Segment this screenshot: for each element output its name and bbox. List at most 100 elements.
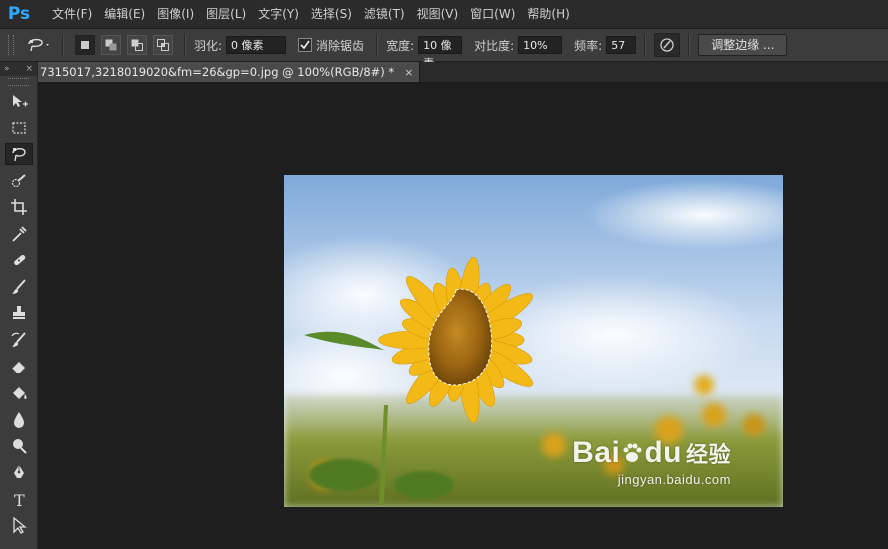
type-tool-button[interactable]: T bbox=[0, 486, 37, 513]
feather-input[interactable]: 0 像素 bbox=[226, 36, 287, 54]
paint-bucket-tool-icon bbox=[12, 386, 27, 399]
watermark-url: jingyan.baidu.com bbox=[617, 472, 731, 487]
options-grip[interactable] bbox=[8, 35, 14, 55]
separator bbox=[688, 34, 691, 56]
contrast-input[interactable]: 10% bbox=[518, 36, 563, 54]
quick-selection-tool-icon bbox=[11, 173, 26, 187]
tool-button-frame bbox=[5, 276, 33, 298]
tool-button-frame bbox=[5, 223, 33, 245]
canvas-area[interactable]: Bai du 经验 jingyan.baidu.com bbox=[38, 83, 888, 549]
menu-bar: Ps 文件(F) 编辑(E) 图像(I) 图层(L) 文字(Y) 选择(S) 滤… bbox=[0, 0, 888, 29]
menu-view[interactable]: 视图(V) bbox=[411, 0, 465, 28]
tool-button-frame bbox=[5, 461, 33, 483]
checkmark-icon bbox=[300, 40, 310, 50]
frequency-input[interactable]: 57 bbox=[606, 36, 637, 54]
menu-file[interactable]: 文件(F) bbox=[46, 0, 98, 28]
eyedropper-tool-icon bbox=[11, 226, 27, 242]
tool-button-frame bbox=[5, 329, 33, 351]
type-tool-icon: T bbox=[14, 491, 25, 508]
clone-stamp-tool-icon bbox=[12, 306, 25, 320]
pen-tool-icon bbox=[13, 465, 24, 479]
move-tool-button[interactable] bbox=[0, 88, 37, 115]
baidu-jingyan-watermark: Bai du 经验 jingyan.baidu.com bbox=[572, 436, 731, 487]
document-tab-title: 7315017,3218019020&fm=26&gp=0.jpg @ 100%… bbox=[40, 65, 395, 79]
new-selection-icon bbox=[81, 41, 89, 49]
crop-tool-button[interactable] bbox=[0, 194, 37, 221]
antialias-checkbox[interactable] bbox=[298, 38, 313, 52]
dodge-tool-button[interactable] bbox=[0, 433, 37, 460]
separator bbox=[644, 34, 647, 56]
frequency-label: 频率: bbox=[574, 38, 603, 53]
brush-tool-button[interactable] bbox=[0, 274, 37, 301]
pen-tool-button[interactable] bbox=[0, 459, 37, 486]
tool-button-frame bbox=[4, 143, 33, 166]
magnetic-lasso-icon bbox=[28, 38, 49, 52]
menu-layer[interactable]: 图层(L) bbox=[200, 0, 252, 28]
new-selection-button[interactable] bbox=[75, 35, 95, 55]
collapse-panel-icon[interactable]: » bbox=[4, 64, 10, 74]
close-document-icon[interactable]: × bbox=[404, 66, 413, 79]
path-selection-tool-button[interactable] bbox=[0, 512, 37, 539]
brush-tool-icon bbox=[11, 279, 26, 294]
photoshop-logo: Ps bbox=[7, 4, 31, 24]
document-tab-bar: 7315017,3218019020&fm=26&gp=0.jpg @ 100%… bbox=[38, 62, 888, 83]
width-label: 宽度: bbox=[386, 38, 415, 53]
sunflower-image[interactable]: Bai du 经验 jingyan.baidu.com bbox=[284, 175, 783, 507]
magnetic-lasso-tool-icon bbox=[11, 148, 26, 162]
magnetic-lasso-tool-button[interactable] bbox=[0, 141, 37, 168]
menu-filter[interactable]: 滤镜(T) bbox=[358, 0, 411, 28]
tool-button-frame bbox=[5, 435, 33, 457]
clone-stamp-tool-button[interactable] bbox=[0, 300, 37, 327]
history-brush-tool-icon bbox=[10, 332, 26, 347]
paint-bucket-tool-button[interactable] bbox=[0, 380, 37, 407]
menu-select[interactable]: 选择(S) bbox=[305, 0, 358, 28]
tool-button-frame bbox=[5, 302, 33, 324]
healing-brush-tool-button[interactable] bbox=[0, 247, 37, 274]
quick-selection-tool-button[interactable] bbox=[0, 168, 37, 195]
refine-edge-button[interactable]: 调整边缘 ... bbox=[698, 34, 788, 56]
contrast-label: 对比度: bbox=[474, 38, 515, 53]
healing-brush-tool-icon bbox=[13, 255, 25, 266]
blur-tool-icon bbox=[13, 412, 24, 429]
path-selection-tool-icon bbox=[12, 516, 27, 535]
menu-image[interactable]: 图像(I) bbox=[151, 0, 200, 28]
options-bar: 羽化: 0 像素 消除锯齿 宽度: 10 像素 对比度: 10% 频率: 57 … bbox=[0, 29, 888, 70]
move-tool-icon bbox=[12, 95, 28, 108]
antialias-label: 消除锯齿 bbox=[316, 38, 365, 53]
menu-help[interactable]: 帮助(H) bbox=[521, 0, 575, 28]
crop-tool-icon bbox=[10, 199, 27, 216]
pen-pressure-icon bbox=[660, 38, 674, 52]
intersect-selection-button[interactable] bbox=[153, 35, 173, 55]
subtract-from-selection-button[interactable] bbox=[127, 35, 147, 55]
separator bbox=[376, 34, 379, 56]
pen-pressure-button[interactable] bbox=[654, 33, 681, 57]
tool-button-frame: T bbox=[5, 488, 33, 510]
separator bbox=[62, 34, 64, 56]
subtract-selection-icon bbox=[131, 39, 143, 51]
tool-button-frame bbox=[5, 408, 33, 430]
menu-window[interactable]: 窗口(W) bbox=[464, 0, 521, 28]
tool-button-frame bbox=[5, 382, 33, 404]
add-to-selection-button[interactable] bbox=[101, 35, 121, 55]
eraser-tool-button[interactable] bbox=[0, 353, 37, 380]
close-panel-icon[interactable]: × bbox=[25, 64, 33, 74]
separator bbox=[184, 34, 186, 56]
eyedropper-tool-button[interactable] bbox=[0, 221, 37, 248]
history-brush-tool-button[interactable] bbox=[0, 327, 37, 354]
eraser-tool-icon bbox=[11, 362, 25, 374]
menu-type[interactable]: 文字(Y) bbox=[252, 0, 305, 28]
tool-button-frame bbox=[5, 514, 33, 536]
marquee-tool-button[interactable] bbox=[0, 115, 37, 142]
dodge-tool-icon bbox=[12, 438, 27, 454]
tools-grip[interactable] bbox=[8, 78, 29, 86]
width-input[interactable]: 10 像素 bbox=[418, 36, 463, 70]
tool-preset-picker[interactable] bbox=[24, 33, 54, 57]
document-tab[interactable]: 7315017,3218019020&fm=26&gp=0.jpg @ 100%… bbox=[38, 62, 421, 82]
menu-edit[interactable]: 编辑(E) bbox=[98, 0, 151, 28]
intersect-selection-icon bbox=[157, 39, 169, 51]
tool-button-frame bbox=[5, 249, 33, 271]
blur-tool-button[interactable] bbox=[0, 406, 37, 433]
tools-panel-header: » × bbox=[0, 62, 37, 76]
tool-button-frame bbox=[5, 90, 33, 112]
watermark-brand-2: du bbox=[644, 436, 682, 469]
